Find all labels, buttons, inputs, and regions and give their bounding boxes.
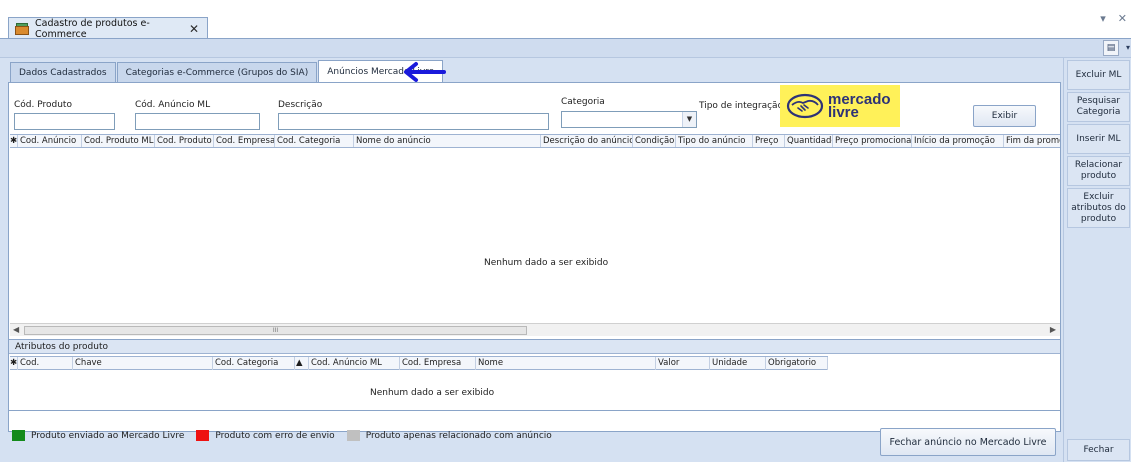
cod-produto-input[interactable] [14, 113, 115, 130]
atributos-panel: Atributos do produto ✱ Cod. Chave Cod. C… [8, 339, 1061, 411]
column-header[interactable]: Cod. Categoria [213, 357, 295, 370]
column-header[interactable]: Fim da promoção [1004, 135, 1060, 147]
window-close-icon[interactable]: ✕ [1118, 12, 1127, 25]
window-controls: ▾ ✕ [1100, 12, 1127, 25]
document-tab[interactable]: Cadastro de produtos e-Commerce ✕ [8, 17, 208, 40]
status-legend: Produto enviado ao Mercado Livre Produto… [12, 430, 558, 441]
column-header[interactable]: Cod. Produto ML [82, 135, 155, 147]
column-header[interactable]: Valor [656, 357, 710, 370]
column-header[interactable]: Preço [753, 135, 785, 147]
column-header[interactable]: Preço promocional [833, 135, 912, 147]
column-header[interactable]: Condição [633, 135, 676, 147]
tipo-integracao-label: Tipo de integração: [699, 101, 787, 111]
pesquisar-categoria-button[interactable]: Pesquisar Categoria [1067, 92, 1130, 122]
tab-dados-cadastrados[interactable]: Dados Cadastrados [10, 62, 116, 82]
column-header[interactable]: Unidade [710, 357, 766, 370]
categoria-label: Categoria [561, 97, 605, 107]
excluir-ml-button[interactable]: Excluir ML [1067, 60, 1130, 90]
legend-item: Produto com erro de envio [196, 430, 335, 441]
descricao-input[interactable] [278, 113, 549, 130]
cod-produto-label: Cód. Produto [14, 100, 72, 110]
new-row-icon: ✱ [10, 357, 18, 370]
atributos-title: Atributos do produto [9, 340, 1060, 354]
column-header[interactable]: Descrição do anúncio [541, 135, 633, 147]
tab-strip: Dados Cadastrados Categorias e-Commerce … [10, 60, 444, 82]
new-row-icon: ✱ [10, 135, 18, 147]
cod-anuncio-input[interactable] [135, 113, 260, 130]
toolbar-dropdown-icon[interactable]: ▾ [1126, 43, 1130, 52]
fechar-anuncio-button[interactable]: Fechar anúncio no Mercado Livre [880, 428, 1056, 456]
descricao-label: Descrição [278, 100, 323, 110]
horizontal-scrollbar[interactable]: ◀ III ▶ [10, 323, 1060, 336]
side-action-panel: Excluir ML Pesquisar Categoria Inserir M… [1063, 58, 1131, 462]
exibir-button[interactable]: Exibir [973, 105, 1036, 127]
atributos-empty-message: Nenhum dado a ser exibido [370, 388, 495, 398]
excluir-atributos-button[interactable]: Excluir atributos do produto [1067, 188, 1130, 228]
legend-label: Produto com erro de envio [215, 430, 335, 441]
document-tab-title: Cadastro de produtos e-Commerce [35, 17, 150, 40]
handshake-icon [786, 93, 824, 119]
column-header[interactable]: Chave [73, 357, 213, 370]
atributos-grid-header: ✱ Cod. Chave Cod. Categoria ▲ Cod. Anúnc… [10, 356, 828, 370]
column-header[interactable]: Obrigatorio [766, 357, 828, 370]
column-header[interactable]: Cod. Empresa [400, 357, 476, 370]
mercado-livre-logo: mercado livre [780, 85, 900, 127]
legend-swatch-gray [346, 430, 360, 441]
product-box-icon [15, 22, 29, 35]
scroll-thumb[interactable]: III [24, 326, 527, 335]
anuncios-grid-header: ✱ Cod. Anúncio Cod. Produto ML Cod. Prod… [10, 134, 1060, 148]
legend-label: Produto apenas relacionado com anúncio [365, 430, 552, 441]
toolbar-band: ▤ ▾ [0, 38, 1131, 58]
fechar-button[interactable]: Fechar [1067, 439, 1130, 461]
column-header[interactable]: Cod. Empresa [214, 135, 275, 147]
column-header[interactable]: Nome [476, 357, 656, 370]
chevron-down-icon[interactable]: ▼ [682, 112, 696, 127]
categoria-select[interactable]: ▼ [561, 111, 697, 128]
column-header[interactable]: Cod. [18, 357, 73, 370]
chevron-down-icon[interactable]: ▾ [1100, 12, 1106, 25]
layout-icon[interactable]: ▤ [1103, 40, 1119, 56]
cod-anuncio-label: Cód. Anúncio ML [135, 100, 211, 110]
tab-categorias-ecommerce[interactable]: Categorias e-Commerce (Grupos do SIA) [116, 62, 318, 82]
main-area: Dados Cadastrados Categorias e-Commerce … [0, 58, 1063, 462]
column-header[interactable]: Quantidade [785, 135, 833, 147]
scroll-left-icon[interactable]: ◀ [13, 325, 19, 334]
document-tabstrip: Cadastro de produtos e-Commerce ✕ ▾ ✕ [0, 0, 1131, 40]
legend-item: Produto apenas relacionado com anúncio [346, 430, 552, 441]
close-icon[interactable]: ✕ [189, 22, 207, 36]
scroll-right-icon[interactable]: ▶ [1050, 325, 1056, 334]
column-header[interactable]: Nome do anúncio [354, 135, 541, 147]
legend-swatch-red [196, 430, 210, 441]
column-header[interactable]: Cod. Produto [155, 135, 214, 147]
grid-empty-message: Nenhum dado a ser exibido [484, 258, 609, 268]
relacionar-produto-button[interactable]: Relacionar produto [1067, 156, 1130, 186]
column-header[interactable]: Início da promoção [912, 135, 1004, 147]
inserir-ml-button[interactable]: Inserir ML [1067, 124, 1130, 154]
annotation-arrow-icon [404, 62, 446, 82]
legend-item: Produto enviado ao Mercado Livre [12, 430, 184, 441]
column-header[interactable]: Cod. Anúncio ML [309, 357, 400, 370]
sort-asc-icon[interactable]: ▲ [295, 357, 309, 370]
column-header[interactable]: Tipo do anúncio [676, 135, 753, 147]
column-header[interactable]: Cod. Categoria [275, 135, 354, 147]
column-header[interactable]: Cod. Anúncio [18, 135, 82, 147]
legend-label: Produto enviado ao Mercado Livre [31, 430, 185, 441]
legend-swatch-green [12, 430, 25, 441]
